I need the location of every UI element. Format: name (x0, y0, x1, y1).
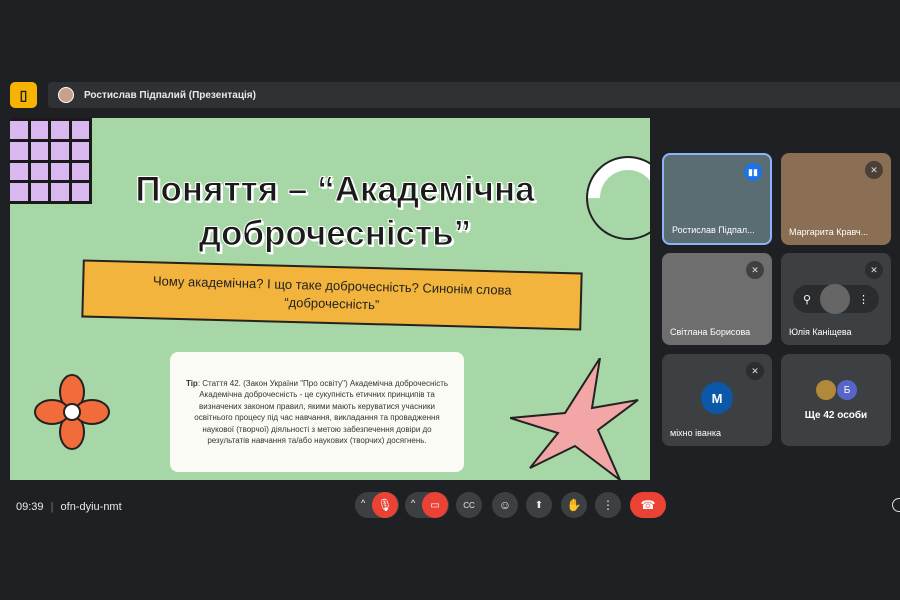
participant-tile[interactable]: ✕ ⚲ ⋮ Юлія Каніщева (781, 253, 891, 345)
tip-text: : Стаття 42. (Закон України "Про освіту"… (194, 378, 449, 446)
tip-label: Tip (185, 378, 198, 388)
more-options-icon[interactable]: ⋮ (858, 293, 869, 306)
mic-off-icon: ✕ (865, 261, 883, 279)
arc-decoration (568, 138, 650, 258)
leave-call-button[interactable]: ☎ (630, 492, 666, 518)
mic-off-icon: ✕ (746, 362, 764, 380)
participant-tile[interactable]: ✕ Маргарита Кравч... (781, 153, 891, 245)
slide-question: Чому академічна? І що таке доброчесність… (81, 259, 583, 331)
star-decoration (510, 358, 639, 480)
meeting-code: ofn-dyiu-nmt (60, 501, 122, 513)
mic-off-icon: ✕ (746, 261, 764, 279)
camera-toggle-button[interactable]: ▭ (422, 492, 448, 518)
participant-avatar: Б (837, 380, 857, 400)
more-options-button[interactable]: ⋮ (595, 492, 621, 518)
presenter-label: Ростислав Підпалий (Презентація) (84, 89, 256, 101)
participant-avatar (819, 284, 850, 314)
participant-tile[interactable]: ✕ М міхно іванка (662, 354, 772, 446)
bottom-bar: 09:39 | ofn-dyiu-nmt ^ 🎙 ^ ▭ CC ☺ ⬆ ✋ ⋮ … (0, 492, 900, 522)
mic-toggle-button[interactable]: 🎙 (372, 492, 398, 518)
captions-button[interactable]: CC (456, 492, 482, 518)
participant-name: Маргарита Кравч... (789, 227, 869, 237)
presenter-bar: Ростислав Підпалий (Презентація) (48, 82, 900, 108)
present-button[interactable]: ⬆ (526, 492, 552, 518)
separator: | (50, 501, 54, 513)
presenter-avatar (58, 87, 74, 103)
flower-icon (34, 374, 110, 450)
pin-icon[interactable]: ⚲ (803, 293, 811, 306)
participant-name: Юлія Каніщева (789, 327, 852, 337)
slide-title: Поняття – “Академічна доброчесність” (135, 170, 535, 254)
participant-name: міхно іванка (670, 428, 721, 438)
participant-name: Ростислав Підпал... (672, 225, 755, 235)
tile-hover-controls: ⚲ ⋮ (793, 284, 879, 314)
info-icon[interactable] (892, 498, 900, 512)
raise-hand-button[interactable]: ✋ (561, 492, 587, 518)
emoji-button[interactable]: ☺ (492, 492, 518, 518)
participant-name: Світлана Борисова (670, 327, 751, 337)
app-logo: ▯ (10, 82, 37, 108)
tip-note: Tip: Стаття 42. (Закон України "Про осві… (170, 352, 464, 472)
more-participants-label: Ще 42 особи (804, 410, 868, 421)
participant-tile[interactable]: ✕ Світлана Борисова (662, 253, 772, 345)
grid-decoration (10, 118, 92, 204)
meeting-info: 09:39 | ofn-dyiu-nmt (16, 501, 122, 513)
participant-avatar: М (701, 382, 733, 414)
more-participants-tile[interactable]: Б Ще 42 особи (781, 354, 891, 446)
participant-tile[interactable]: ▮▮ Ростислав Підпал... (662, 153, 772, 245)
speaking-icon: ▮▮ (744, 163, 762, 181)
mic-off-icon: ✕ (865, 161, 883, 179)
clock: 09:39 (16, 501, 44, 513)
participant-avatar (816, 380, 836, 400)
presentation-slide: Поняття – “Академічна доброчесність” Чом… (10, 118, 650, 480)
